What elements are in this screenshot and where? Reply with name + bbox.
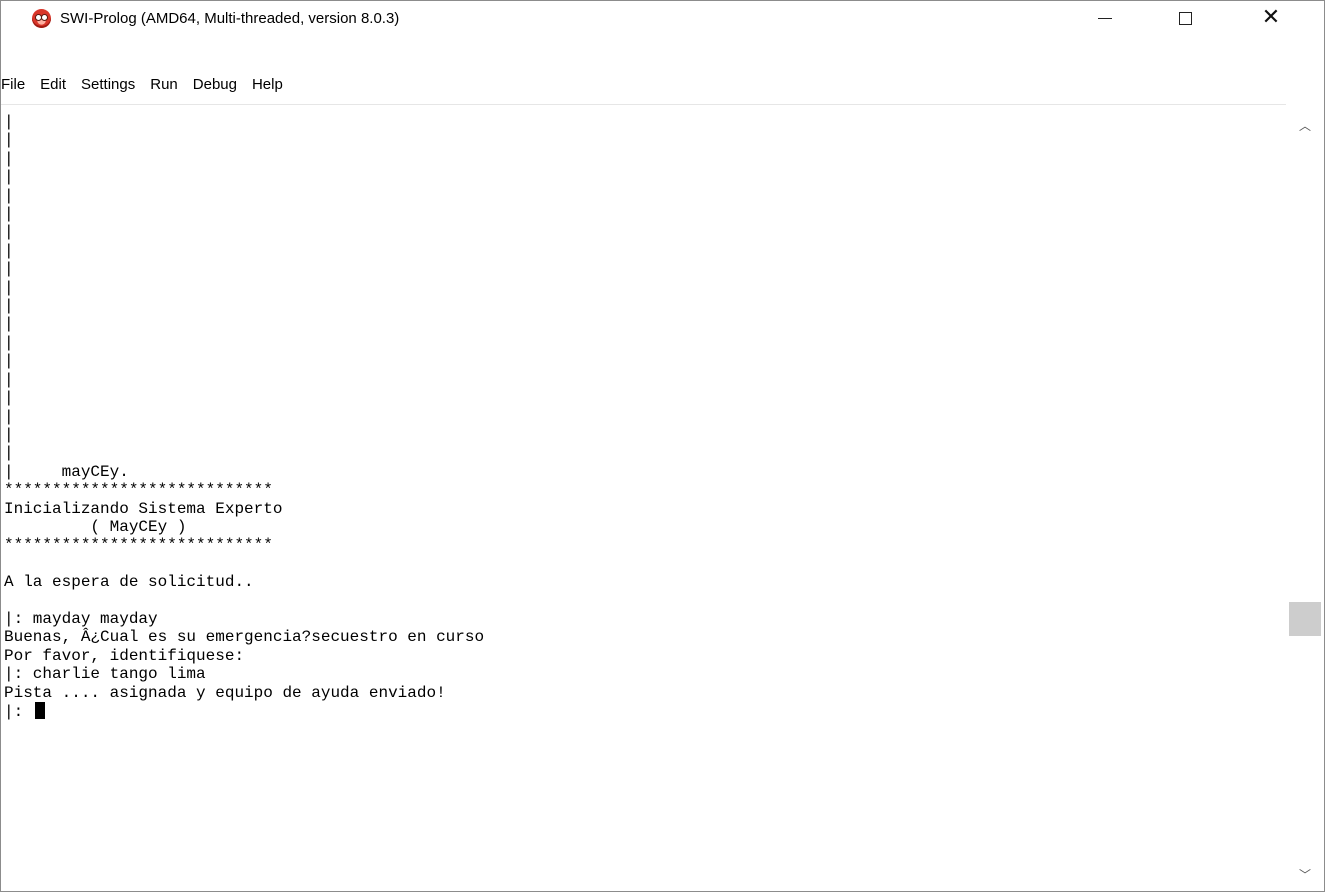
scroll-up-button[interactable]: ︿ bbox=[1286, 110, 1324, 140]
console-line: | bbox=[4, 149, 14, 168]
console-line: | bbox=[4, 241, 14, 260]
console-line: Buenas, Â¿Cual es su emergencia?secuestr… bbox=[4, 628, 485, 647]
menu-run[interactable]: Run bbox=[150, 76, 178, 93]
window-title: SWI-Prolog (AMD64, Multi-threaded, versi… bbox=[60, 10, 400, 27]
title-bar[interactable]: SWI-Prolog (AMD64, Multi-threaded, versi… bbox=[1, 1, 1324, 35]
close-button[interactable]: ✕ bbox=[1248, 1, 1294, 35]
menu-help[interactable]: Help bbox=[252, 76, 283, 93]
maximize-button[interactable] bbox=[1162, 1, 1208, 35]
close-icon: ✕ bbox=[1261, 5, 1281, 30]
console-line: | mayCEy. bbox=[4, 462, 129, 481]
console-line: Pista .... asignada y equipo de ayuda en… bbox=[4, 683, 446, 702]
console-output[interactable]: | | | | | | | | | | | | | | | | | | | | … bbox=[1, 104, 1286, 891]
console-line: | bbox=[4, 407, 14, 426]
console-line: | bbox=[4, 333, 14, 352]
console-line: | bbox=[4, 223, 14, 242]
vertical-scrollbar[interactable]: ︿ ﹀ bbox=[1286, 104, 1324, 891]
menu-settings[interactable]: Settings bbox=[81, 76, 135, 93]
console-line: |: bbox=[4, 703, 33, 721]
console-line: | bbox=[4, 370, 14, 389]
console-line: |: mayday mayday bbox=[4, 609, 158, 628]
menu-debug[interactable]: Debug bbox=[193, 76, 237, 93]
console-line: | bbox=[4, 260, 14, 279]
minimize-button[interactable] bbox=[1082, 1, 1128, 35]
console-line: | bbox=[4, 352, 14, 371]
console-line: A la espera de solicitud.. bbox=[4, 573, 254, 592]
console-line: **************************** bbox=[4, 481, 273, 500]
prolog-window: SWI-Prolog (AMD64, Multi-threaded, versi… bbox=[0, 0, 1325, 892]
swi-prolog-owl-icon bbox=[32, 9, 51, 28]
console-line: | bbox=[4, 425, 14, 444]
console-line: Por favor, identifiquese: bbox=[4, 646, 245, 665]
console-line: |: charlie tango lima bbox=[4, 665, 206, 684]
console-line: | bbox=[4, 113, 14, 131]
console-line: ( MayCEy ) bbox=[4, 517, 187, 536]
console-line: | bbox=[4, 297, 14, 316]
console-text: | | | | | | | | | | | | | | | | | | | | … bbox=[4, 113, 484, 721]
menu-edit[interactable]: Edit bbox=[40, 76, 66, 93]
scroll-thumb[interactable] bbox=[1289, 602, 1321, 636]
console-line: Inicializando Sistema Experto bbox=[4, 499, 283, 518]
console-line: | bbox=[4, 389, 14, 408]
chevron-down-icon: ﹀ bbox=[1298, 867, 1311, 882]
console-line: | bbox=[4, 315, 14, 334]
menu-bar: File Edit Settings Run Debug Help bbox=[1, 76, 298, 93]
maximize-icon bbox=[1178, 11, 1192, 25]
console-line: | bbox=[4, 278, 14, 297]
console-line: | bbox=[4, 186, 14, 205]
menu-file[interactable]: File bbox=[1, 76, 25, 93]
text-cursor bbox=[34, 702, 45, 719]
chevron-up-icon: ︿ bbox=[1298, 118, 1311, 133]
minimize-icon bbox=[1098, 17, 1112, 19]
console-line: | bbox=[4, 131, 14, 150]
console-line: **************************** bbox=[4, 536, 273, 555]
console-line: | bbox=[4, 444, 14, 463]
scroll-down-button[interactable]: ﹀ bbox=[1286, 859, 1324, 889]
console-line: | bbox=[4, 168, 14, 187]
console-line: | bbox=[4, 205, 14, 224]
